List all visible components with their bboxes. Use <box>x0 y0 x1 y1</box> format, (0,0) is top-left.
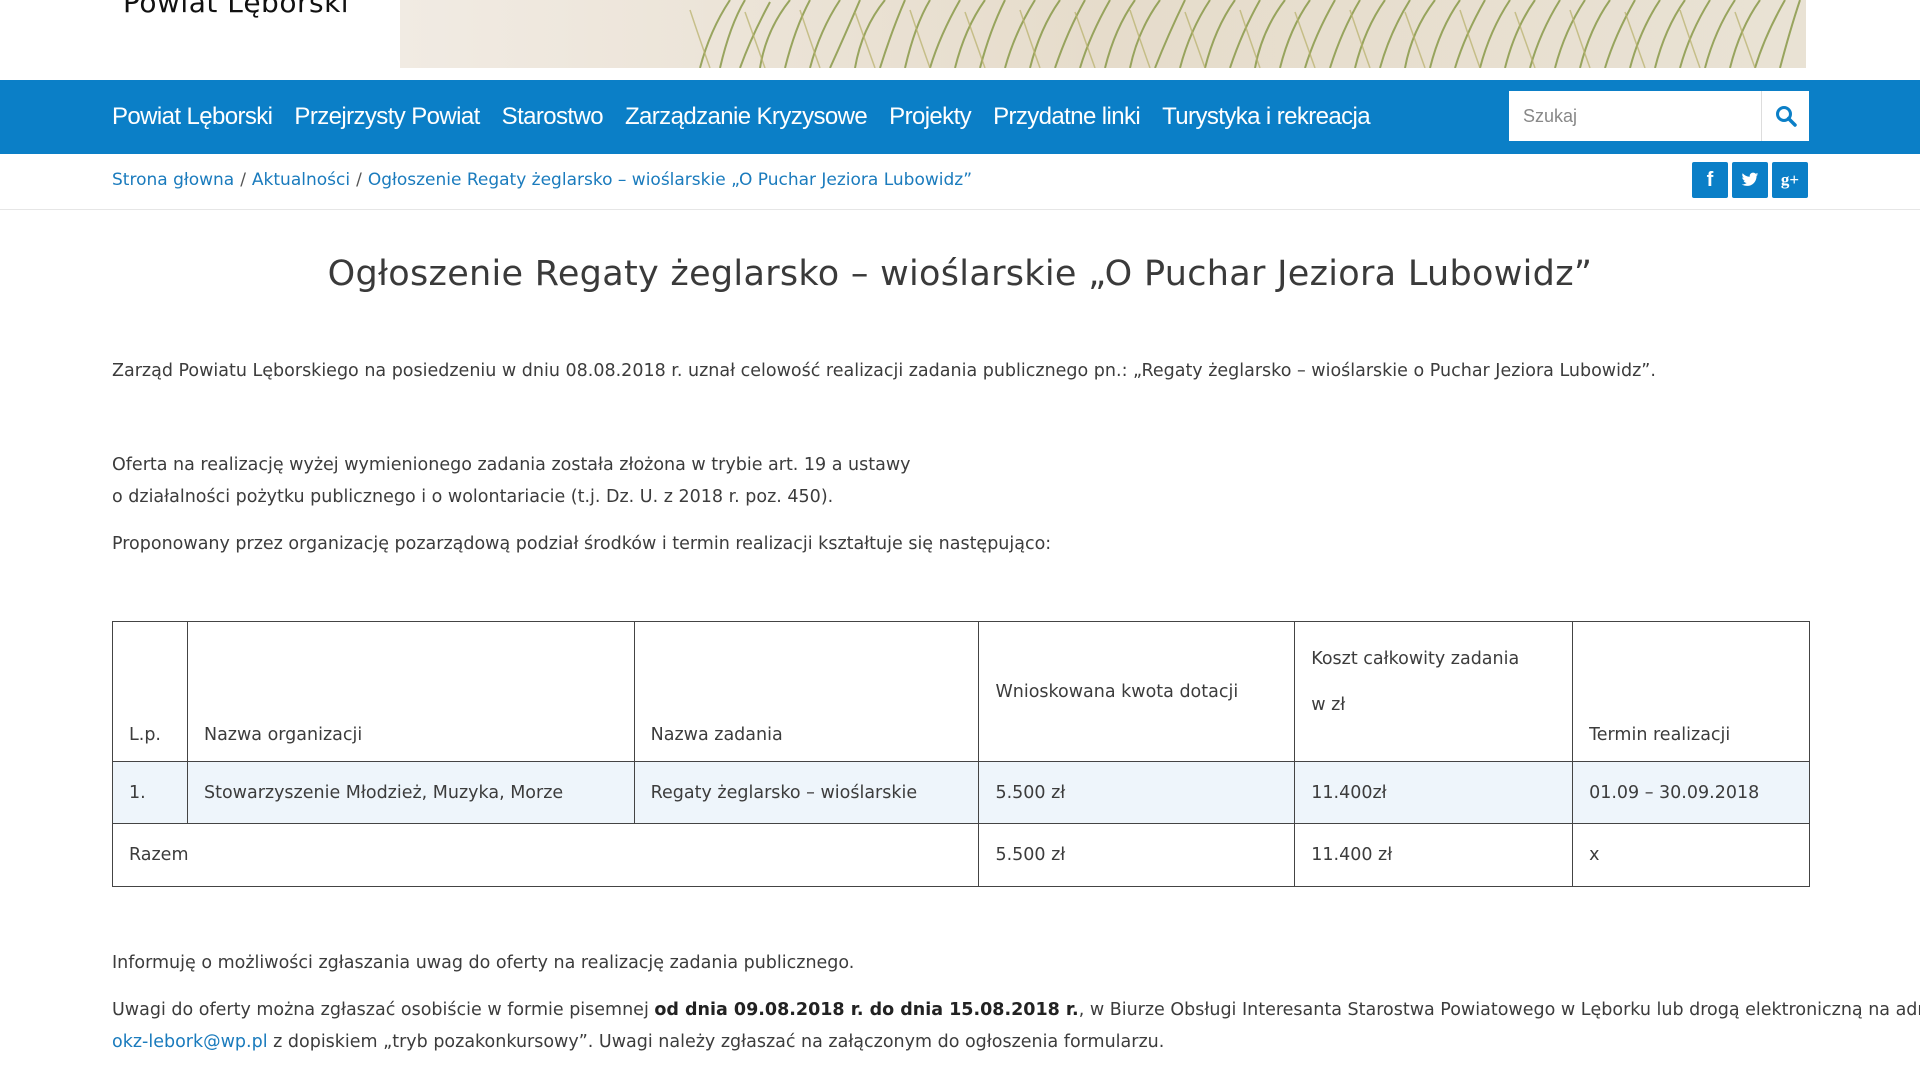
site-header: Powiat Lęborski <box>0 0 1920 80</box>
nav-item-projekty[interactable]: Projekty <box>889 103 972 131</box>
table-row: 1. Stowarzyszenie Młodzież, Muzyka, Morz… <box>112 761 1810 824</box>
article-paragraph-4: Informuję o możliwości zgłaszania uwag d… <box>112 953 855 973</box>
article-paragraph-5: Uwagi do oferty można zgłaszać osobiście… <box>112 994 1920 1026</box>
googleplus-share-button[interactable]: g+ <box>1772 162 1808 198</box>
table-header-row: L.p. Nazwa organizacji Nazwa zadania Wni… <box>112 621 1810 762</box>
table-header-total-cost: Koszt całkowity zadania w zł <box>1294 621 1574 762</box>
table-cell-grant: 5.500 zł <box>978 761 1296 824</box>
breadcrumb-bar: Strona głowna / Aktualności / Ogłoszenie Reg… <box>0 154 1920 210</box>
search-icon <box>1775 106 1797 127</box>
googleplus-icon: g+ <box>1780 170 1800 189</box>
nav-item-przydatne-linki[interactable]: Przydatne linki <box>993 103 1141 131</box>
table-header-organization: Nazwa organizacji <box>186 621 635 762</box>
table-cell-lp: 1. <box>112 761 188 824</box>
table-total-cost: 11.400 zł <box>1294 823 1574 887</box>
search-button[interactable] <box>1761 91 1809 141</box>
nav-item-turystyka-i-rekreacja[interactable]: Turystyka i rekreacja <box>1162 103 1371 131</box>
funding-table: L.p. Nazwa organizacji Nazwa zadania Wni… <box>111 621 1810 887</box>
nav-item-przejrzysty-powiat[interactable]: Przejrzysty Powiat <box>294 103 480 131</box>
table-cell-organization: Stowarzyszenie Młodzież, Muzyka, Morze <box>186 761 635 824</box>
table-header-total-cost-line-1: Koszt całkowity zadania <box>1311 649 1520 669</box>
submission-dates: od dnia 09.08.2018 r. do dnia 15.08.2018… <box>654 1000 1079 1020</box>
article-paragraph-3: Proponowany przez organizację pozarządow… <box>112 534 1052 554</box>
table-header-total-cost-line-2: w zł <box>1311 695 1346 715</box>
page-title: Ogłoszenie Regaty żeglarsko – wioślarski… <box>327 254 1593 294</box>
breadcrumb-current-link[interactable]: Ogłoszenie Regaty żeglarsko – wioślarski… <box>368 170 972 190</box>
breadcrumb: Strona głowna / Aktualności / Ogłoszenie Reg… <box>112 170 972 190</box>
table-cell-task: Regaty żeglarsko – wioślarskie <box>633 761 980 824</box>
article-paragraph-2: Oferta na realizację wyżej wymienionego … <box>112 449 911 513</box>
facebook-icon: f <box>1706 168 1714 191</box>
article-paragraph-5-text: Uwagi do oferty można zgłaszać osobiście… <box>112 1000 655 1020</box>
table-header-lp: L.p. <box>112 621 188 762</box>
article-paragraph-6-text: z dopiskiem „tryb pozakonkursowy”. Uwagi… <box>267 1032 1165 1052</box>
twitter-icon <box>1741 172 1759 186</box>
twitter-share-button[interactable] <box>1732 162 1768 198</box>
breadcrumb-news-link[interactable]: Aktualności <box>252 170 350 190</box>
search-input[interactable] <box>1509 91 1759 141</box>
article-paragraph-6: okz-lebork@wp.pl z dopiskiem „tryb pozak… <box>112 1026 1164 1058</box>
breadcrumb-separator: / <box>240 170 246 190</box>
table-header-task: Nazwa zadania <box>633 621 980 762</box>
table-total-label: Razem <box>111 823 980 887</box>
table-cell-term: 01.09 – 30.09.2018 <box>1572 761 1810 824</box>
article-paragraph-2-line-2: o działalności pożytku publicznego i o w… <box>112 487 834 507</box>
facebook-share-button[interactable]: f <box>1692 162 1728 198</box>
table-cell-total-cost: 11.400zł <box>1294 761 1574 824</box>
breadcrumb-separator: / <box>356 170 362 190</box>
nav-item-zarzadzanie-kryzysowe[interactable]: Zarządzanie Kryzysowe <box>625 103 868 131</box>
social-share-buttons: f g+ <box>1692 162 1812 198</box>
article-paragraph-1: Zarząd Powiatu Lęborskiego na posiedzeni… <box>112 361 1656 381</box>
header-banner-image <box>400 0 1806 68</box>
article-paragraph-5-text-end: , w Biurze Obsługi Interesanta Starostwa… <box>1078 1000 1920 1020</box>
site-logo-text[interactable]: Powiat Lęborski <box>123 0 349 19</box>
email-link[interactable]: okz-lebork@wp.pl <box>112 1032 268 1052</box>
table-total-row: Razem 5.500 zł 11.400 zł x <box>111 823 1810 887</box>
nav-menu: Powiat Lęborski Przejrzysty Powiat Staro… <box>112 80 1392 154</box>
table-header-term: Termin realizacji <box>1572 621 1810 762</box>
search-form <box>1508 90 1810 142</box>
table-total-grant: 5.500 zł <box>978 823 1296 887</box>
dune-grass-illustration <box>400 0 1806 68</box>
nav-item-starostwo[interactable]: Starostwo <box>502 103 604 131</box>
table-total-term: x <box>1572 823 1810 887</box>
table-header-grant: Wnioskowana kwota dotacji <box>978 621 1296 762</box>
nav-item-powiat-leborski[interactable]: Powiat Lęborski <box>112 103 273 131</box>
article-paragraph-2-line-1: Oferta na realizację wyżej wymienionego … <box>112 455 911 475</box>
breadcrumb-home-link[interactable]: Strona głowna <box>112 170 234 190</box>
